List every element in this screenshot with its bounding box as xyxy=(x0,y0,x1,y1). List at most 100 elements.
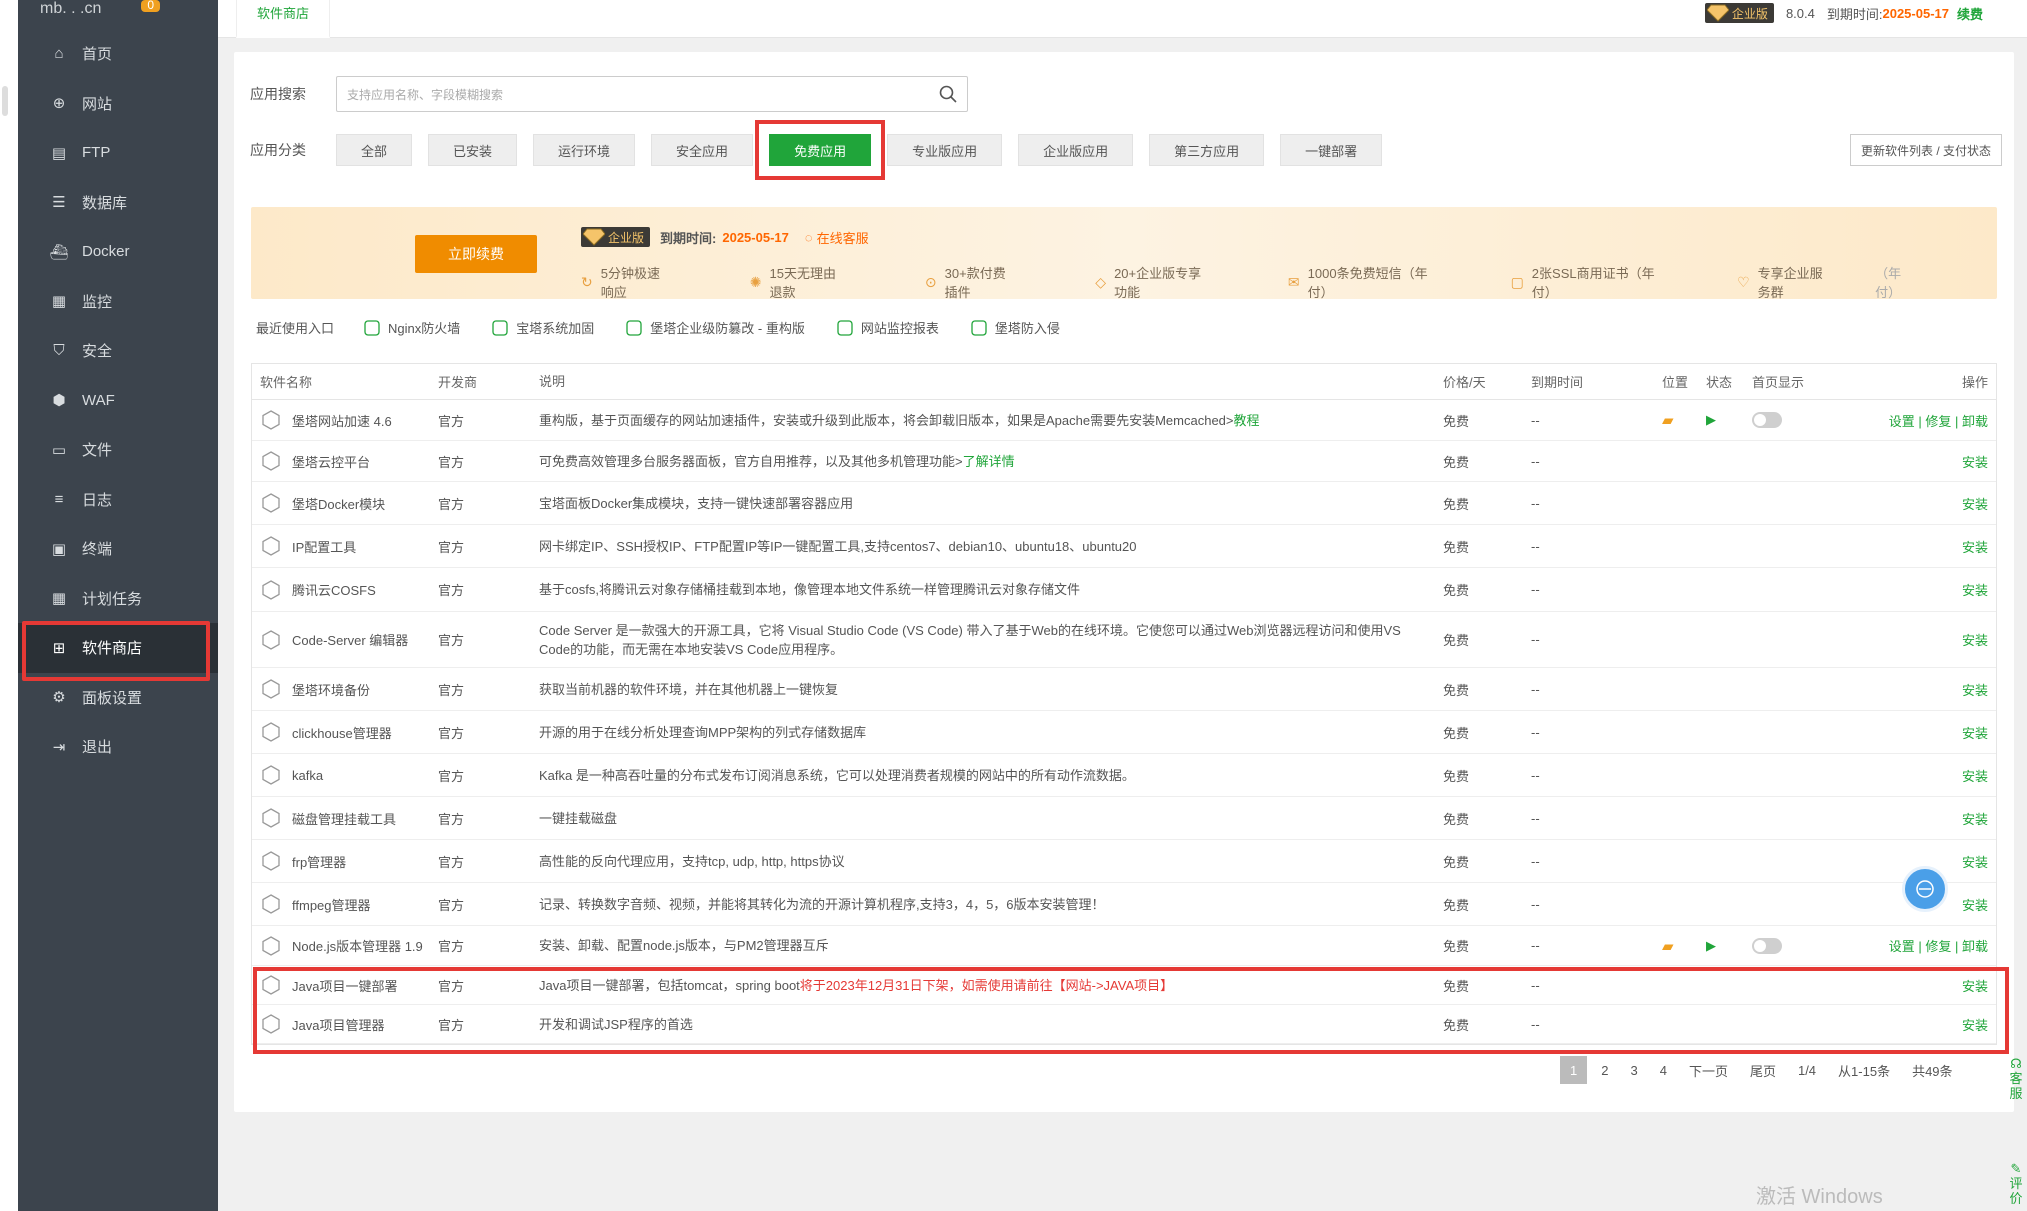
cell-name[interactable]: clickhouse管理器 xyxy=(252,721,438,743)
sidebar-item-8[interactable]: ▭ 文件 xyxy=(18,425,218,475)
sidebar-item-2[interactable]: ▤ FTP xyxy=(18,128,218,178)
cell-action[interactable]: 安装 xyxy=(1842,976,1996,995)
search-input[interactable]: 支持应用名称、字段模糊搜索 xyxy=(336,76,968,112)
cell-action[interactable]: 安装 xyxy=(1842,723,1996,742)
cell-name[interactable]: IP配置工具 xyxy=(252,535,438,557)
software-store-panel: 应用搜索 支持应用名称、字段模糊搜索 应用分类 全部 已安装 运行环境 安全应用 免费应… xyxy=(234,52,2014,1112)
cell-name[interactable]: 堡塔云控平台 xyxy=(252,450,438,472)
renew-now-button[interactable]: 立即续费 xyxy=(415,235,537,273)
cell-name[interactable]: 堡塔环境备份 xyxy=(252,678,438,700)
sidebar-item-10[interactable]: ▣ 终端 xyxy=(18,524,218,574)
cell-action[interactable]: 设置 | 修复 | 卸载 xyxy=(1842,936,1996,955)
recent-item-3[interactable]: 网站监控报表 xyxy=(837,318,939,337)
online-service-link[interactable]: ◌ 在线客服 xyxy=(805,228,869,247)
category-tab-2[interactable]: 运行环境 xyxy=(533,134,636,166)
app-name[interactable]: IP配置工具 xyxy=(292,537,356,556)
app-name[interactable]: 堡塔网站加速 4.6 xyxy=(292,411,392,430)
category-tab-5[interactable]: 专业版应用 xyxy=(887,134,1003,166)
recent-item-4[interactable]: 堡塔防入侵 xyxy=(971,318,1060,337)
sidebar-item-7[interactable]: ⬢ WAF xyxy=(18,376,218,426)
sidebar-item-6[interactable]: ⛉ 安全 xyxy=(18,326,218,376)
home-toggle[interactable] xyxy=(1752,412,1782,428)
search-icon[interactable] xyxy=(939,85,957,103)
cell-name[interactable]: Java项目管理器 xyxy=(252,1013,438,1035)
cell-action[interactable]: 安装 xyxy=(1842,766,1996,785)
cell-name[interactable]: Node.js版本管理器 1.9 xyxy=(252,935,438,957)
cell-action[interactable]: 安装 xyxy=(1842,494,1996,513)
app-name[interactable]: kafka xyxy=(292,768,323,783)
home-toggle[interactable] xyxy=(1752,937,1782,954)
category-tab-8[interactable]: 一键部署 xyxy=(1280,134,1383,166)
review-float[interactable]: ✎ 评价 xyxy=(2005,1161,2027,1206)
app-name[interactable]: Java项目管理器 xyxy=(292,1015,384,1034)
tab-software-store[interactable]: 软件商店 xyxy=(236,0,331,38)
page-1[interactable]: 1 xyxy=(1560,1056,1588,1084)
cell-action[interactable]: 安装 xyxy=(1842,809,1996,828)
folder-icon[interactable]: ▰ xyxy=(1662,938,1674,955)
app-name[interactable]: Java项目一键部署 xyxy=(292,976,397,995)
cell-action[interactable]: 安装 xyxy=(1842,630,1996,649)
page-4[interactable]: 4 xyxy=(1652,1056,1675,1084)
cell-price: 免费 xyxy=(1443,1017,1470,1033)
sidebar-item-5[interactable]: ▦ 监控 xyxy=(18,277,218,327)
category-tab-4[interactable]: 免费应用 xyxy=(755,120,886,180)
cell-name[interactable]: Code-Server 编辑器 xyxy=(252,629,438,651)
page-3[interactable]: 3 xyxy=(1622,1056,1645,1084)
cell-name[interactable]: frp管理器 xyxy=(252,850,438,872)
sidebar-item-12[interactable]: ⊞ 软件商店 xyxy=(18,621,218,681)
pager-last[interactable]: 尾页 xyxy=(1742,1056,1784,1084)
cell-name[interactable]: 堡塔Docker模块 xyxy=(252,492,438,514)
sidebar-item-3[interactable]: ☰ 数据库 xyxy=(18,178,218,228)
sidebar-item-11[interactable]: ▦ 计划任务 xyxy=(18,574,218,624)
app-name[interactable]: Code-Server 编辑器 xyxy=(292,630,408,649)
app-name[interactable]: 腾讯云COSFS xyxy=(292,580,376,599)
app-name[interactable]: 堡塔环境备份 xyxy=(292,680,370,699)
cell-name[interactable]: kafka xyxy=(252,764,438,786)
desc-link[interactable]: 教程 xyxy=(1234,413,1260,428)
app-name[interactable]: ffmpeg管理器 xyxy=(292,895,371,914)
page-2[interactable]: 2 xyxy=(1593,1056,1616,1084)
category-tab-6[interactable]: 企业版应用 xyxy=(1018,134,1134,166)
category-tab-1[interactable]: 已安装 xyxy=(428,134,518,166)
sidebar-item-4[interactable]: ⛴ Docker xyxy=(18,227,218,277)
sidebar-item-13[interactable]: ⚙ 面板设置 xyxy=(18,673,218,723)
app-name[interactable]: 堡塔Docker模块 xyxy=(292,494,385,513)
sidebar-item-1[interactable]: ⊕ 网站 xyxy=(18,79,218,129)
category-tab-0[interactable]: 全部 xyxy=(336,134,413,166)
category-tab-3[interactable]: 安全应用 xyxy=(651,134,754,166)
recent-item-1[interactable]: 宝塔系统加固 xyxy=(492,318,594,337)
app-name[interactable]: frp管理器 xyxy=(292,852,346,871)
sidebar-item-0[interactable]: ⌂ 首页 xyxy=(18,29,218,79)
cell-action[interactable]: 安装 xyxy=(1842,452,1996,471)
app-name[interactable]: clickhouse管理器 xyxy=(292,723,392,742)
col-name[interactable]: 软件名称 xyxy=(252,372,438,391)
float-action-button[interactable] xyxy=(1902,866,1948,912)
app-name[interactable]: 堡塔云控平台 xyxy=(292,452,370,471)
online-service-label: 在线客服 xyxy=(816,230,869,246)
sidebar-item-9[interactable]: ≡ 日志 xyxy=(18,475,218,525)
cell-name[interactable]: 腾讯云COSFS xyxy=(252,579,438,601)
sidebar-item-14[interactable]: ⇥ 退出 xyxy=(18,722,218,772)
renew-link[interactable]: 续费 xyxy=(1957,4,1983,23)
cell-action[interactable]: 安装 xyxy=(1842,580,1996,599)
cell-name[interactable]: 磁盘管理挂载工具 xyxy=(252,807,438,829)
folder-icon[interactable]: ▰ xyxy=(1662,412,1674,429)
notification-badge[interactable]: 0 xyxy=(141,0,161,12)
update-list-button[interactable]: 更新软件列表 / 支付状态 xyxy=(1849,134,2002,166)
pager-next[interactable]: 下一页 xyxy=(1681,1056,1736,1084)
cell-action[interactable]: 安装 xyxy=(1842,537,1996,556)
promo-feature: ⊙ 30+款付费插件 xyxy=(925,263,1055,301)
cell-action[interactable]: 安装 xyxy=(1842,680,1996,699)
service-float[interactable]: ☊ 客服 xyxy=(2005,1056,2027,1101)
app-name[interactable]: 磁盘管理挂载工具 xyxy=(292,809,396,828)
category-tab-7[interactable]: 第三方应用 xyxy=(1149,134,1265,166)
recent-item-2[interactable]: 堡塔企业级防篡改 - 重构版 xyxy=(626,318,805,337)
cell-name[interactable]: 堡塔网站加速 4.6 xyxy=(252,409,438,431)
cell-action[interactable]: 安装 xyxy=(1842,1015,1996,1034)
desc-link[interactable]: 了解详情 xyxy=(963,454,1015,469)
cell-name[interactable]: Java项目一键部署 xyxy=(252,974,438,996)
recent-item-0[interactable]: Nginx防火墙 xyxy=(364,318,460,337)
cell-name[interactable]: ffmpeg管理器 xyxy=(252,893,438,915)
cell-action[interactable]: 设置 | 修复 | 卸载 xyxy=(1842,411,1996,430)
app-name[interactable]: Node.js版本管理器 1.9 xyxy=(292,936,423,955)
